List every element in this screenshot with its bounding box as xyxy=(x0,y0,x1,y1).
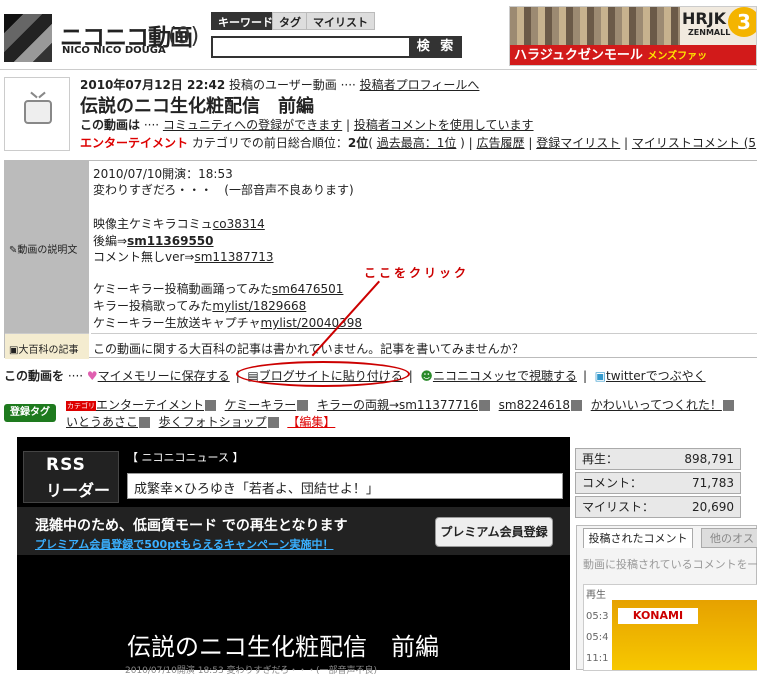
tag-link[interactable]: ケミーキラー xyxy=(225,398,297,412)
search-input[interactable] xyxy=(211,36,411,58)
news-header: 【 ニコニコニュース 】 xyxy=(127,451,244,464)
comments-stat: コメント： 71,783 xyxy=(575,472,741,494)
description-panel: ✎動画の説明文 2010/07/10開演：18:53 変わりすぎだろ・・・ (一… xyxy=(4,160,757,359)
mylist-comment-link[interactable]: マイリストコメント (5 xyxy=(632,136,756,150)
messe-icon: ☻ xyxy=(420,369,433,383)
mylist-link-1829668[interactable]: mylist/1829668 xyxy=(212,299,306,313)
desc-line: ケミーキラー生放送キャプチャmylist/20040398 xyxy=(93,316,363,330)
video-screen-title: 伝説のニコ生化粧配信 前編 xyxy=(127,633,439,661)
dictionary-icon[interactable] xyxy=(205,400,217,411)
views-stat: 再生： 898,791 xyxy=(575,448,741,470)
site-logo-sub: NICO NICO DOUGA xyxy=(62,45,166,56)
tab-other[interactable]: 他のオス xyxy=(701,528,757,548)
registered-mylist-link[interactable]: 登録マイリスト xyxy=(536,136,620,150)
stats-panel: 再生： 898,791 コメント： 71,783 マイリスト： 20,690 xyxy=(575,448,757,520)
messe-link[interactable]: ニコニコメッセで視聴する xyxy=(433,369,577,383)
tag-link[interactable]: かわいいってつくれた！ xyxy=(591,398,722,412)
mylist-stat: マイリスト： 20,690 xyxy=(575,496,741,518)
video-info-row: この動画は ···· コミュニティへの登録ができます | 投稿者コメントを使用し… xyxy=(80,118,534,132)
tag-link[interactable]: sm8224618 xyxy=(499,398,570,412)
video-player[interactable]: RSS リーダー 【 ニコニコニュース 】 成繁幸×ひろゆき「若者よ、団結せよ！… xyxy=(17,437,570,676)
dictionary-icon[interactable] xyxy=(722,400,734,411)
dictionary-label-cell: ▣大百科の記事 xyxy=(5,333,89,359)
tag-link[interactable]: 歩くフォトショップ xyxy=(159,415,267,429)
dictionary-label: ▣大百科の記事 xyxy=(9,345,79,356)
comment-panel-hint: 動画に投稿されているコメントを一覧で xyxy=(583,558,757,571)
desc-line: コメント無しver⇒sm11387713 xyxy=(93,250,274,264)
twitter-link[interactable]: twitterでつぶやく xyxy=(606,369,706,383)
video-rank-row: エンターテイメント カテゴリでの前日総合順位：2位( 過去最高：1位 ) | 広… xyxy=(80,136,757,150)
ad-history-link[interactable]: 広告履歴 xyxy=(477,136,525,150)
tab-keyword[interactable]: キーワード xyxy=(211,12,280,30)
search-button[interactable]: 検 索 xyxy=(411,36,462,58)
tag-link[interactable]: キラーの両親→sm11377716 xyxy=(317,398,478,412)
heart-icon: ♥ xyxy=(86,369,98,383)
version-label: (9) xyxy=(168,24,200,49)
tags-row-2: いとうあさこ 歩くフォトショップ 【編集】 xyxy=(66,413,335,430)
campaign-link[interactable]: プレミアム会員登録で500ptもらえるキャンペーン実施中！ xyxy=(35,536,333,552)
video-date-line: 2010年07月12日 22:42 投稿のユーザー動画 ···· 投稿者プロフィ… xyxy=(80,78,480,92)
click-here-annotation: ここをクリック xyxy=(364,266,470,280)
news-headline[interactable]: 成繁幸×ひろゆき「若者よ、団結せよ！」 xyxy=(127,473,563,499)
tv-icon xyxy=(24,100,52,124)
mosaic-logo-icon xyxy=(4,14,52,62)
dictionary-icon[interactable] xyxy=(139,417,151,428)
tag-link[interactable]: いとうあさこ xyxy=(66,415,138,429)
save-memory-link[interactable]: マイメモリーに保存する xyxy=(98,369,230,383)
tab-mylist[interactable]: マイリスト xyxy=(306,12,375,30)
past-best-link[interactable]: 過去最高：1位 xyxy=(377,136,457,150)
edit-tags-link[interactable]: 【編集】 xyxy=(287,415,335,429)
banner-brand: HRJK xyxy=(682,9,727,28)
notice-main: 混雑中のため、低画質モード での再生となります xyxy=(35,518,348,534)
video-title: 伝説のニコ生化粧配信 前編 xyxy=(80,96,314,117)
community-id-link[interactable]: co38314 xyxy=(213,217,265,231)
desc-line: 映像主ケミキラコミュco38314 xyxy=(93,217,265,231)
category-label[interactable]: エンターテイメント xyxy=(80,136,188,150)
tags-row-1: カテゴリエンターテイメント ケミーキラー キラーの両親→sm11377716 s… xyxy=(66,396,735,413)
dictionary-icon[interactable] xyxy=(297,400,309,411)
konami-ad[interactable]: KONAMI xyxy=(612,600,757,670)
video-link-sm11369550[interactable]: sm11369550 xyxy=(127,234,213,248)
share-label: この動画を xyxy=(4,369,65,383)
banner-red-strip: ハラジュクゼンモール メンズファッ xyxy=(510,45,756,65)
desc-line: 2010/07/10開演：18:53 xyxy=(93,167,233,181)
desc-line: ケミーキラー投稿動画踊ってみたsm6476501 xyxy=(93,282,344,296)
desc-line: 変わりすぎだろ・・・ (一部音声不良あります) xyxy=(93,183,354,197)
desc-line: 後編⇒sm11369550 xyxy=(93,234,214,248)
tab-posted-comments[interactable]: 投稿されたコメント xyxy=(583,528,693,548)
highlight-ellipse xyxy=(236,361,410,387)
divider xyxy=(0,69,757,70)
desc-line: キラー投稿歌ってみたmylist/1829668 xyxy=(93,299,307,313)
video-link-sm6476501[interactable]: sm6476501 xyxy=(272,282,343,296)
dictionary-icon[interactable] xyxy=(479,400,491,411)
banner-photo xyxy=(510,7,680,45)
twitter-icon: ▣ xyxy=(594,369,606,383)
category-tag-icon: カテゴリ xyxy=(66,400,96,411)
tab-tag[interactable]: タグ xyxy=(272,12,308,30)
tag-label-button[interactable]: 登録タグ xyxy=(4,404,56,422)
profile-link[interactable]: 投稿者プロフィールへ xyxy=(360,78,480,92)
ad-banner[interactable]: HRJK ZENMALL 3 ハラジュクゼンモール メンズファッ xyxy=(509,6,757,66)
tag-link[interactable]: エンターテイメント xyxy=(96,398,204,412)
dictionary-icon[interactable] xyxy=(571,400,583,411)
rss-reader-badge: RSS リーダー xyxy=(23,451,119,503)
description-label: ✎動画の説明文 xyxy=(9,245,78,256)
premium-signup-button[interactable]: プレミアム会員登録 xyxy=(435,517,553,547)
dictionary-icon[interactable] xyxy=(267,417,279,428)
banner-brand-sub: ZENMALL xyxy=(688,28,731,37)
user-thumbnail[interactable] xyxy=(4,77,70,151)
dictionary-text[interactable]: この動画に関する大百科の記事は書かれていません。記事を書いてみませんか？ xyxy=(91,333,757,359)
community-link[interactable]: コミュニティへの登録ができます xyxy=(163,118,342,132)
owner-comment-link[interactable]: 投稿者コメントを使用しています xyxy=(354,118,534,132)
description-label-cell: ✎動画の説明文 xyxy=(5,161,89,333)
video-link-sm11387713[interactable]: sm11387713 xyxy=(194,250,273,264)
banner-circle: 3 xyxy=(728,7,756,37)
video-datetime: 2010年07月12日 22:42 xyxy=(80,78,226,92)
